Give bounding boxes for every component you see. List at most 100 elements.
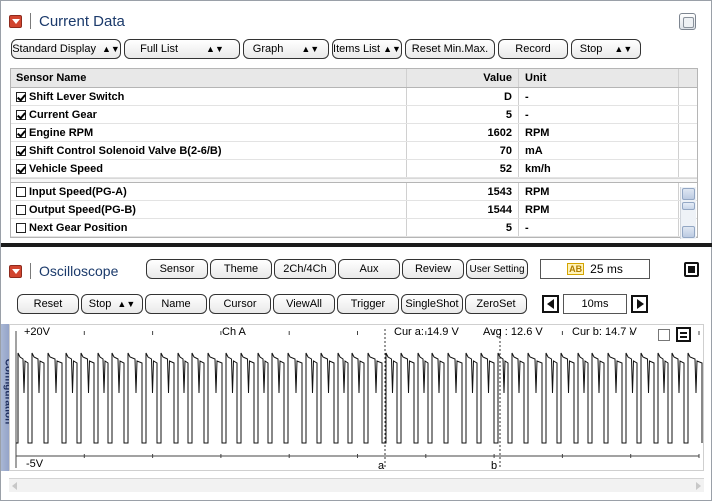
- row-checkbox[interactable]: [16, 109, 26, 120]
- sensor-value: 1543: [407, 183, 519, 200]
- table-row[interactable]: Current Gear 5-: [11, 106, 697, 124]
- menu-icon[interactable]: [676, 327, 691, 342]
- cursor-a-marker[interactable]: a: [378, 460, 384, 472]
- sensor-unit: RPM: [519, 124, 679, 141]
- table-row[interactable]: Output Speed(PG-B) 1544 RPM: [11, 201, 697, 219]
- row-checkbox[interactable]: [16, 222, 26, 233]
- items-list-dropdown[interactable]: Items List ▲▼: [332, 39, 402, 59]
- sensor-value: 5: [407, 219, 519, 236]
- sensor-value: 5: [407, 106, 519, 123]
- tab-user-setting[interactable]: User Setting: [466, 259, 528, 279]
- time-per-div-display[interactable]: AB 25 ms: [540, 259, 650, 279]
- standard-display-dropdown[interactable]: Standard Display ▲▼: [11, 39, 121, 59]
- tab-2ch-4ch[interactable]: 2Ch/4Ch: [274, 259, 336, 279]
- sensor-value: 1544: [407, 201, 519, 218]
- waveform-trace: [16, 352, 703, 444]
- sensor-name-cell: Shift Lever Switch: [11, 88, 407, 105]
- timebase-increase-icon[interactable]: [631, 295, 648, 313]
- reset-button[interactable]: Reset: [17, 294, 79, 314]
- cursor-b-readout: Cur b: 14.7 V: [572, 326, 637, 338]
- cursor-a-readout: Cur a: 14.9 V: [394, 326, 459, 338]
- sensor-value: 70: [407, 142, 519, 159]
- full-list-dropdown[interactable]: Full List ▲▼: [124, 39, 240, 59]
- timebase-decrease-icon[interactable]: [542, 295, 559, 313]
- collapse-icon[interactable]: [9, 14, 22, 28]
- sensor-name-cell: Shift Control Solenoid Valve B(2-6/B): [11, 142, 407, 159]
- average-readout: Avg : 12.6 V: [483, 326, 543, 338]
- sensor-value: D: [407, 88, 519, 105]
- sensor-unit: -: [519, 106, 679, 123]
- header-separator: [30, 263, 31, 279]
- row-checkbox[interactable]: [16, 127, 26, 138]
- graph-dropdown[interactable]: Graph ▲▼: [243, 39, 329, 59]
- updown-icon: ▲▼: [206, 44, 224, 54]
- current-data-header: Current Data: [9, 9, 125, 33]
- fullscreen-icon[interactable]: [684, 262, 699, 277]
- sensor-name-cell: Vehicle Speed: [11, 160, 407, 177]
- ab-icon: AB: [567, 263, 585, 275]
- oscilloscope-display[interactable]: +20V -5V Ch A Cur a: 14.9 V Avg : 12.6 V…: [9, 324, 704, 472]
- table-header-row: Sensor Name Value Unit: [11, 69, 697, 88]
- current-data-title: Current Data: [39, 12, 125, 30]
- name-button[interactable]: Name: [145, 294, 207, 314]
- sensor-name: Engine RPM: [29, 126, 94, 139]
- single-shot-button[interactable]: SingleShot: [401, 294, 463, 314]
- sensor-unit: -: [519, 88, 679, 105]
- sensor-name: Vehicle Speed: [29, 162, 103, 175]
- sensor-name: Shift Lever Switch: [29, 90, 125, 103]
- sensor-name: Input Speed(PG-A): [29, 185, 127, 198]
- sensor-name: Next Gear Position: [29, 221, 128, 234]
- sensor-unit: RPM: [519, 201, 679, 218]
- column-header-unit[interactable]: Unit: [519, 69, 679, 87]
- tab-theme[interactable]: Theme: [210, 259, 272, 279]
- table-row[interactable]: Vehicle Speed 52 km/h: [11, 160, 697, 178]
- zero-set-button[interactable]: ZeroSet: [465, 294, 527, 314]
- scroll-right-icon[interactable]: [696, 482, 701, 490]
- timebase-display: 10ms: [563, 294, 627, 314]
- app-window: Current Data Standard Display ▲▼ Full Lis…: [0, 0, 712, 501]
- table-row[interactable]: Next Gear Position 5-: [11, 219, 697, 237]
- oscilloscope-title: Oscilloscope: [39, 263, 119, 279]
- table-row[interactable]: Shift Lever Switch D -: [11, 88, 697, 106]
- scroll-up-icon[interactable]: [682, 188, 695, 200]
- sensor-name-cell: Current Gear: [11, 106, 407, 123]
- header-separator: [30, 13, 31, 29]
- row-checkbox[interactable]: [16, 186, 26, 197]
- row-checkbox[interactable]: [16, 163, 26, 174]
- scroll-down-icon[interactable]: [682, 226, 695, 238]
- sensor-list-scrollbar[interactable]: [680, 187, 696, 239]
- channel-checkbox[interactable]: [658, 329, 670, 341]
- sensor-name-cell: Output Speed(PG-B): [11, 201, 407, 218]
- window-toggle-icon[interactable]: [679, 13, 696, 30]
- view-all-button[interactable]: ViewAll: [273, 294, 335, 314]
- row-checkbox[interactable]: [16, 145, 26, 156]
- scroll-left-icon[interactable]: [12, 482, 17, 490]
- tab-aux[interactable]: Aux: [338, 259, 400, 279]
- reset-min-max-button[interactable]: Reset Min.Max.: [405, 39, 495, 59]
- cursor-b-marker[interactable]: b: [491, 460, 497, 472]
- updown-icon: ▲▼: [117, 299, 136, 309]
- table-row[interactable]: Input Speed(PG-A) 1543 RPM: [11, 183, 697, 201]
- column-header-sensor-name[interactable]: Sensor Name: [11, 69, 407, 87]
- sensor-unit: -: [519, 219, 679, 236]
- channel-label: Ch A: [222, 326, 246, 338]
- tab-sensor[interactable]: Sensor: [146, 259, 208, 279]
- table-row[interactable]: Engine RPM 1602 RPM: [11, 124, 697, 142]
- table-row[interactable]: Shift Control Solenoid Valve B(2-6/B) 70 m…: [11, 142, 697, 160]
- scope-stop-dropdown[interactable]: Stop ▲▼: [81, 294, 143, 314]
- row-checkbox[interactable]: [16, 204, 26, 215]
- record-button[interactable]: Record: [498, 39, 568, 59]
- stop-dropdown[interactable]: Stop ▲▼: [571, 39, 641, 59]
- row-checkbox[interactable]: [16, 91, 26, 102]
- checked-rows: Shift Lever Switch D - Current Gear 5- Engine…: [11, 88, 697, 178]
- tab-review[interactable]: Review: [402, 259, 464, 279]
- scale-bottom-label: -5V: [26, 458, 44, 470]
- sensor-name: Shift Control Solenoid Valve B(2-6/B): [29, 144, 222, 157]
- pane-splitter[interactable]: [1, 243, 712, 247]
- column-header-value[interactable]: Value: [407, 69, 519, 87]
- trigger-button[interactable]: Trigger: [337, 294, 399, 314]
- scroll-thumb[interactable]: [682, 202, 695, 210]
- cursor-button[interactable]: Cursor: [209, 294, 271, 314]
- collapse-icon[interactable]: [9, 264, 22, 278]
- horizontal-scrollbar[interactable]: [9, 478, 704, 492]
